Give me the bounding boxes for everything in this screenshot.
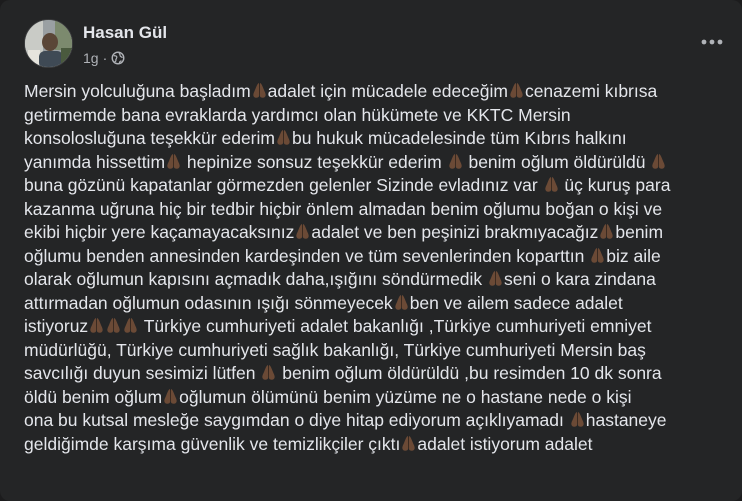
folded-hands-emoji — [162, 387, 179, 407]
post-text-segment: buna gözünü kapatanlar görmezden gelenle… — [24, 175, 543, 195]
post-text-line: ona bu kutsal mesleğe saygımdan o diye h… — [24, 409, 724, 433]
folded-hands-icon — [448, 153, 462, 169]
post-text-segment: üç kuruş para — [559, 175, 671, 195]
folded-hands-emoji — [487, 269, 504, 289]
post-text-segment: konsolosluğuna teşekkür ederim — [24, 128, 275, 148]
globe-icon[interactable] — [111, 51, 125, 65]
meta-separator: · — [102, 50, 108, 66]
post-text-segment: kazanma uğruna hiç bir tedbir hiçbir önl… — [24, 198, 663, 219]
post-text-line: müdürlüğü, Türkiye cumhuriyeti sağlık ba… — [24, 339, 724, 363]
post-text-segment: yanımda hissettim — [24, 151, 166, 172]
post-text-line: getirmemde bana evraklarda yardımcı olan… — [24, 104, 724, 128]
post-text-segment: getirmemde bana evraklarda yardımcı olan… — [24, 104, 571, 125]
post-text-segment: biz aile — [606, 245, 661, 266]
post-text-segment: Türkiye cumhuriyeti adalet bakanlığı ,Tü… — [139, 316, 652, 336]
more-options-icon[interactable] — [698, 28, 726, 56]
folded-hands-emoji — [589, 246, 606, 266]
folded-hands-icon — [164, 388, 177, 404]
post-meta: 1g · — [83, 50, 125, 66]
author-avatar[interactable] — [24, 19, 73, 68]
folded-hands-icon — [90, 318, 103, 333]
post-text-segment: adalet ve ben peşinizi brakmıyacağız — [311, 222, 599, 242]
folded-hands-icon — [124, 318, 137, 333]
post-text-segment: hepinize sonsuz teşekkür ederim — [182, 151, 447, 172]
folded-hands-icon — [395, 294, 408, 310]
folded-hands-icon — [591, 247, 604, 263]
post-text-segment: ekibi hiçbir yere kaçamayacaksınız — [24, 222, 295, 242]
folded-hands-icon — [107, 318, 120, 333]
folded-hands-icon — [544, 177, 558, 192]
folded-hands-emoji — [88, 316, 105, 336]
folded-hands-icon — [571, 412, 584, 427]
folded-hands-emoji — [275, 128, 292, 148]
folded-hands-emoji — [508, 81, 525, 101]
post-text-segment: öldü benim oğlum — [24, 386, 163, 407]
folded-hands-emoji — [165, 152, 182, 172]
post-text-segment: Mersin yolculuğuna başladım — [24, 81, 251, 101]
folded-hands-emoji — [393, 293, 410, 313]
folded-hands-emoji — [543, 175, 560, 195]
post-text-segment: cenazemi kıbrısa — [524, 81, 658, 101]
post-timestamp[interactable]: 1g — [83, 50, 99, 66]
post-text-segment: benim oğlum öldürüldü ,bu resimden 10 dk… — [277, 363, 662, 383]
folded-hands-icon — [600, 224, 614, 239]
post-text-line: savcılığı duyun sesimizi lütfen benim oğ… — [24, 362, 724, 386]
folded-hands-emoji — [400, 434, 417, 454]
folded-hands-emoji — [260, 363, 277, 383]
post-text-segment: ona bu kutsal mesleğe saygımdan o diye h… — [24, 410, 569, 430]
post-text-segment: seni o kara zindana — [504, 269, 656, 289]
post-text-segment: geldiğimde karşıma güvenlik ve temizlikç… — [24, 433, 401, 454]
post-text-line: olarak oğlumun kapısını açmadık daha,ışı… — [24, 268, 724, 292]
post-text-line: istiyoruz Türkiye cumhuriyeti adalet bak… — [24, 315, 724, 339]
folded-hands-emoji — [122, 316, 139, 336]
facebook-post-card: Hasan Gül 1g · Mersin yolculuğuna başlad… — [0, 0, 742, 501]
post-text-line: oğlumu benden annesinden kardeşinden ve … — [24, 245, 724, 269]
post-text-segment: istiyoruz — [24, 316, 89, 336]
folded-hands-emoji — [650, 152, 667, 172]
folded-hands-icon — [167, 153, 180, 169]
folded-hands-icon — [277, 130, 290, 145]
folded-hands-emoji — [569, 410, 586, 430]
post-text-segment: hastaneye — [585, 410, 667, 430]
folded-hands-icon — [296, 224, 310, 239]
post-text-line: Mersin yolculuğuna başladım adalet için m… — [24, 80, 724, 104]
folded-hands-emoji — [598, 222, 615, 242]
post-text-line: konsolosluğuna teşekkür ederim bu hukuk m… — [24, 127, 724, 151]
folded-hands-emoji — [251, 81, 268, 101]
post-text-line: attırmadan oğlumun odasının ışığı sönmey… — [24, 292, 724, 316]
post-text-line: ekibi hiçbir yere kaçamayacaksınız adalet… — [24, 221, 724, 245]
post-text-line: öldü benim oğlum oğlumun ölümünü benim yü… — [24, 386, 724, 410]
post-text-segment: attırmadan oğlumun odasının ışığı sönmey… — [24, 292, 393, 313]
folded-hands-emoji — [447, 152, 464, 172]
post-text-segment: savcılığı duyun sesimizi lütfen — [24, 363, 261, 383]
folded-hands-icon — [402, 435, 416, 451]
folded-hands-icon — [652, 153, 666, 169]
post-text-line: kazanma uğruna hiç bir tedbir hiçbir önl… — [24, 198, 724, 222]
folded-hands-emoji — [105, 316, 122, 336]
folded-hands-emoji — [294, 222, 311, 242]
post-text-line: buna gözünü kapatanlar görmezden gelenle… — [24, 174, 724, 198]
folded-hands-icon — [262, 365, 276, 380]
post-text-line: yanımda hissettim hepinize sonsuz teşekk… — [24, 151, 724, 175]
post-text-segment: benim — [615, 222, 664, 242]
post-text-segment: oğlumu benden annesinden kardeşinden ve … — [24, 245, 590, 266]
post-text-line: geldiğimde karşıma güvenlik ve temizlikç… — [24, 433, 724, 457]
post-text-segment: adalet istiyorum adalet — [417, 433, 593, 454]
avatar-photo — [25, 20, 72, 67]
author-name[interactable]: Hasan Gül — [83, 23, 167, 43]
folded-hands-icon — [510, 83, 523, 98]
post-text-segment: adalet için mücadele edeceğim — [267, 81, 508, 101]
post-text: Mersin yolculuğuna başladım adalet için m… — [24, 80, 724, 456]
post-text-segment: müdürlüğü, Türkiye cumhuriyeti sağlık ba… — [24, 339, 646, 360]
post-text-segment: oğlumun ölümünü benim yüzüme ne o hastan… — [179, 386, 632, 407]
post-text-segment: ben ve ailem sadece adalet — [409, 292, 623, 313]
folded-hands-icon — [489, 271, 502, 286]
post-text-segment: olarak oğlumun kapısını açmadık daha,ışı… — [24, 269, 488, 289]
post-text-segment: benim oğlum öldürüldü — [463, 151, 651, 172]
folded-hands-icon — [252, 83, 266, 98]
post-text-segment: bu hukuk mücadelesinde tüm Kıbrıs halkın… — [291, 128, 627, 148]
